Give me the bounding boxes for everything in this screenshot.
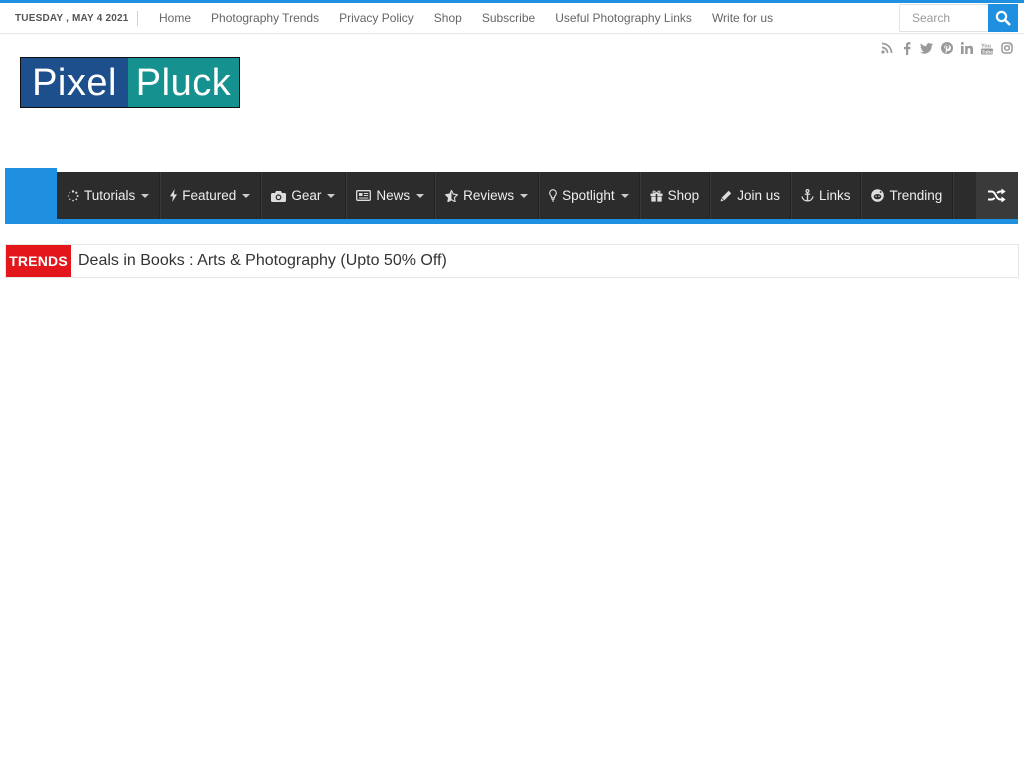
linkedin-icon[interactable] xyxy=(959,40,974,56)
svg-text:Tube: Tube xyxy=(981,49,992,55)
trends-headline-link[interactable]: Deals in Books : Arts & Photography (Upt… xyxy=(78,245,447,277)
nav-item-label: Shop xyxy=(667,188,700,203)
nav-item-label: Join us xyxy=(737,188,780,203)
reddit-icon xyxy=(871,189,885,202)
top-link-home[interactable]: Home xyxy=(159,11,191,25)
nav-item-reviews[interactable]: Reviews xyxy=(435,172,540,219)
nav-item-featured[interactable]: Featured xyxy=(160,172,262,219)
lightbulb-icon xyxy=(549,189,558,202)
shuffle-icon xyxy=(988,188,1006,203)
social-icons: You Tube xyxy=(879,40,1014,56)
top-bar: TUESDAY , MAY 4 2021 Home Photography Tr… xyxy=(0,3,1024,34)
search-icon xyxy=(995,10,1011,26)
site-logo[interactable]: Pixel Pluck xyxy=(20,57,240,108)
top-link-subscribe[interactable]: Subscribe xyxy=(482,11,535,25)
anchor-icon xyxy=(801,189,814,202)
chevron-down-icon xyxy=(327,193,336,198)
main-nav: Tutorials Featured Gear News Reviews Spo… xyxy=(57,172,954,219)
top-link-shop[interactable]: Shop xyxy=(434,11,462,25)
nav-item-shop[interactable]: Shop xyxy=(640,172,711,219)
chevron-down-icon xyxy=(141,193,150,198)
top-link-photography-trends[interactable]: Photography Trends xyxy=(211,11,319,25)
chevron-down-icon xyxy=(520,193,529,198)
spinner-icon xyxy=(67,189,79,202)
random-article-button[interactable] xyxy=(976,172,1018,219)
trends-ticker: TRENDS Deals in Books : Arts & Photograp… xyxy=(5,244,1019,278)
nav-item-label: Reviews xyxy=(463,188,515,203)
nav-item-spotlight[interactable]: Spotlight xyxy=(539,172,640,219)
nav-item-gear[interactable]: Gear xyxy=(261,172,347,219)
instagram-icon[interactable] xyxy=(999,40,1014,56)
search-input[interactable] xyxy=(899,4,993,32)
bolt-icon xyxy=(170,189,178,202)
pinterest-icon[interactable] xyxy=(939,40,954,56)
date-divider xyxy=(137,11,138,26)
search-box xyxy=(899,4,1018,32)
nav-item-links[interactable]: Links xyxy=(791,172,862,219)
trends-label: TRENDS xyxy=(6,245,71,277)
nav-item-label: News xyxy=(376,188,411,203)
nav-home-button[interactable] xyxy=(5,168,57,223)
logo-part-pixel: Pixel xyxy=(21,58,128,107)
nav-item-label: Links xyxy=(818,188,851,203)
top-link-useful-photography-links[interactable]: Useful Photography Links xyxy=(555,11,692,25)
nav-item-news[interactable]: News xyxy=(346,172,436,219)
nav-item-label: Gear xyxy=(291,188,322,203)
current-date: TUESDAY , MAY 4 2021 xyxy=(15,13,129,24)
logo-part-pluck: Pluck xyxy=(128,58,239,107)
top-link-write-for-us[interactable]: Write for us xyxy=(712,11,773,25)
nav-item-label: Spotlight xyxy=(562,188,615,203)
youtube-icon[interactable]: You Tube xyxy=(979,40,994,56)
star-half-icon xyxy=(445,189,459,202)
newspaper-icon xyxy=(356,190,372,201)
nav-item-label: Featured xyxy=(182,188,237,203)
gift-icon xyxy=(650,190,663,202)
search-button[interactable] xyxy=(988,4,1018,32)
top-link-privacy-policy[interactable]: Privacy Policy xyxy=(339,11,414,25)
nav-item-trending[interactable]: Trending xyxy=(861,172,954,219)
facebook-icon[interactable] xyxy=(899,40,914,56)
pencil-icon xyxy=(720,190,732,202)
camera-icon xyxy=(271,190,287,202)
top-links: Home Photography Trends Privacy Policy S… xyxy=(149,3,783,33)
chevron-down-icon xyxy=(416,193,425,198)
nav-item-tutorials[interactable]: Tutorials xyxy=(57,172,161,219)
twitter-icon[interactable] xyxy=(919,40,934,56)
rss-icon[interactable] xyxy=(879,40,894,56)
nav-item-label: Tutorials xyxy=(84,188,136,203)
nav-bottom-accent xyxy=(5,219,1018,224)
chevron-down-icon xyxy=(620,193,629,198)
chevron-down-icon xyxy=(242,193,251,198)
nav-item-join-us[interactable]: Join us xyxy=(710,172,791,219)
nav-item-label: Trending xyxy=(889,188,943,203)
